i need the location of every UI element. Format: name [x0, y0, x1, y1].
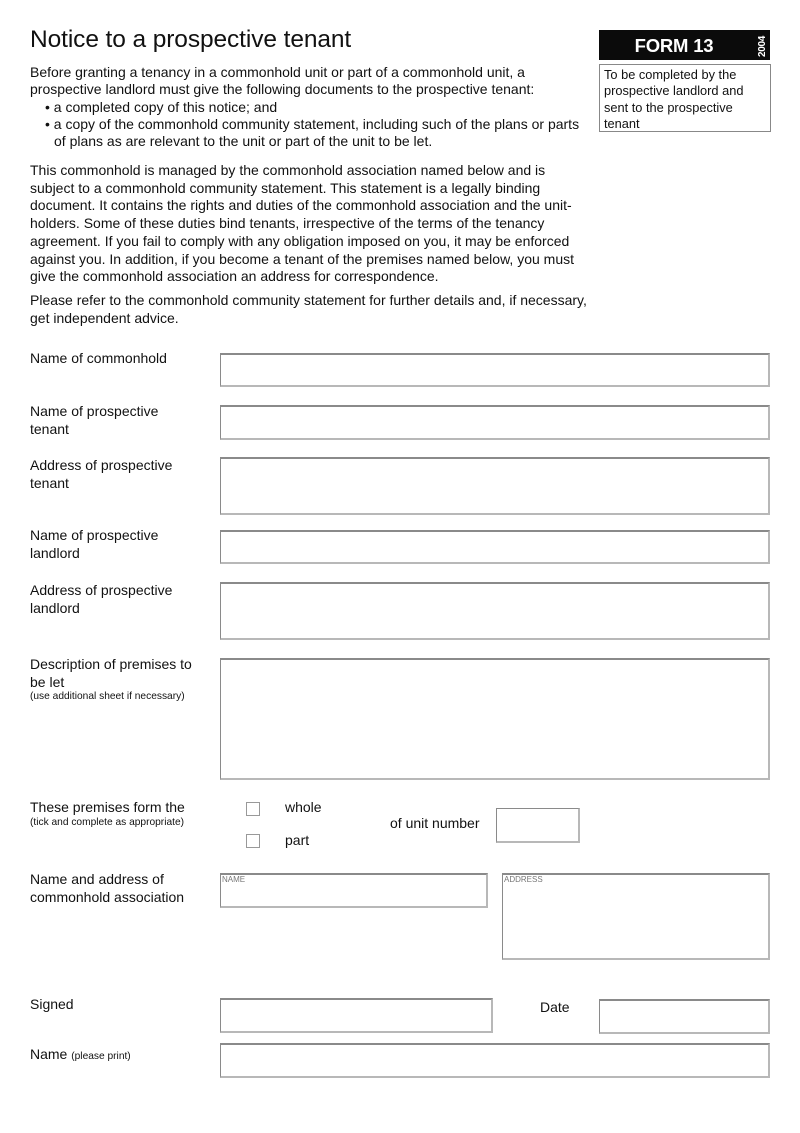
list-item: a copy of the commonhold community state… [30, 116, 590, 151]
date-field[interactable] [599, 999, 770, 1034]
commonhold-explanation: This commonhold is managed by the common… [30, 162, 574, 285]
association-name-field[interactable]: NAME [220, 873, 488, 908]
association-label: Name and address of commonhold associati… [30, 871, 185, 905]
landlord-address-label: Address of prospective landlord [30, 582, 173, 616]
list-item: a completed copy of this notice; and [30, 99, 590, 116]
landlord-name-field[interactable] [220, 530, 770, 564]
advice-paragraph: Please refer to the commonhold community… [30, 292, 587, 326]
commonhold-name-field[interactable] [220, 353, 770, 387]
whole-option-label: whole [285, 799, 322, 815]
print-name-label-text: Name [30, 1046, 68, 1062]
signature-field[interactable] [220, 998, 493, 1033]
print-name-field[interactable] [220, 1043, 770, 1078]
required-documents-list: a completed copy of this notice; and a c… [30, 99, 590, 151]
premises-form-hint: (tick and complete as appropriate) [30, 816, 185, 828]
premises-description-label-text: Description of premises to be let [30, 656, 192, 690]
part-checkbox[interactable] [246, 834, 260, 848]
tenant-name-field[interactable] [220, 405, 770, 440]
premises-form-label: These premises form the (tick and comple… [30, 799, 220, 829]
premises-form-label-text: These premises form the [30, 799, 185, 815]
landlord-address-field[interactable] [220, 582, 770, 640]
part-option-label: part [285, 832, 310, 848]
completion-note: To be completed by the prospective landl… [599, 64, 771, 132]
association-name-placeholder: NAME [222, 875, 246, 884]
print-name-label: Name (please print) [30, 1046, 210, 1066]
unit-number-label: of unit number [390, 815, 480, 831]
premises-description-hint: (use additional sheet if necessary) [30, 691, 185, 703]
tenant-name-label: Name of prospective tenant [30, 403, 159, 437]
print-name-hint: (please print) [71, 1051, 131, 1062]
form-number-badge: FORM 13 2004 [599, 30, 770, 60]
premises-description-field[interactable] [220, 658, 770, 780]
intro-lead: Before granting a tenancy in a commonhol… [30, 64, 535, 98]
premises-description-label: Description of premises to be let (use a… [30, 656, 195, 703]
form-year: 2004 [756, 35, 768, 58]
page-title: Notice to a prospective tenant [30, 26, 352, 53]
form-number: FORM 13 [634, 35, 714, 56]
whole-checkbox[interactable] [246, 802, 260, 816]
intro-section: Before granting a tenancy in a commonhol… [30, 64, 590, 150]
date-label: Date [540, 999, 570, 1015]
signed-label: Signed [30, 996, 74, 1012]
landlord-name-label: Name of prospective landlord [30, 527, 159, 561]
association-address-placeholder: ADDRESS [504, 875, 543, 884]
unit-number-field[interactable] [496, 808, 580, 843]
tenant-address-label: Address of prospective tenant [30, 457, 173, 491]
commonhold-name-label: Name of commonhold [30, 350, 167, 366]
association-address-field[interactable]: ADDRESS [502, 873, 770, 960]
tenant-address-field[interactable] [220, 457, 770, 515]
